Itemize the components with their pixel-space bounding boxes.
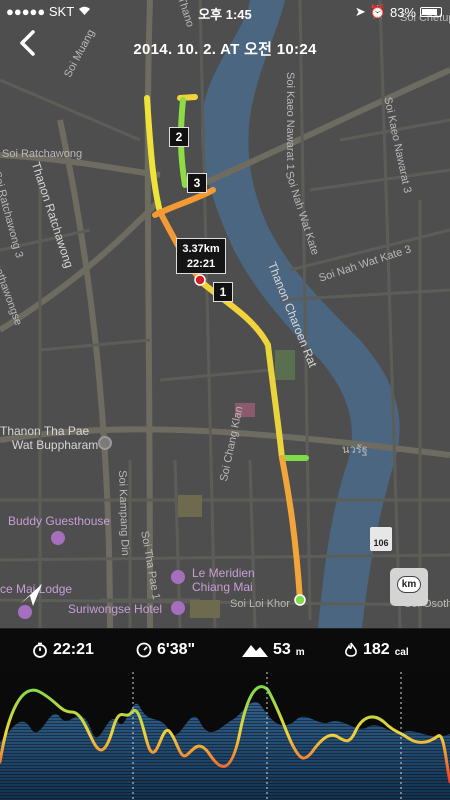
map-label: Soi Kaeo Nawarat 1	[284, 72, 296, 170]
map-label: Le Meridien	[192, 566, 255, 580]
map-park	[275, 350, 295, 380]
km-toggle-label: km	[396, 576, 422, 593]
locate-button[interactable]	[16, 580, 50, 614]
stat-calories: 182 cal	[344, 641, 409, 659]
stopwatch-icon	[33, 642, 47, 658]
map-label: Soi Ratchawong	[2, 148, 83, 160]
map-label: Buddy Guesthouse	[8, 514, 111, 528]
km-marker-3[interactable]: 3	[187, 173, 207, 193]
battery-icon	[420, 7, 442, 17]
hotel-pin-icon	[171, 601, 185, 615]
map-building	[190, 600, 220, 618]
calories-value: 182	[363, 641, 390, 658]
stat-elevation: 53 m	[242, 641, 305, 659]
route-number-badge: 106	[370, 527, 392, 551]
stat-duration: 22:21	[32, 641, 94, 659]
elevation-value: 53	[273, 641, 291, 658]
map-view[interactable]: Thano Soi Muang Soi Ratchawong Soi Ratch…	[0, 0, 450, 628]
elevation-pace-graph[interactable]	[0, 672, 450, 800]
stats-bar: 22:21 6'38" 53 m 182 cal	[0, 628, 450, 672]
elevation-unit: m	[295, 647, 305, 658]
duration-value: 22:21	[53, 641, 94, 658]
km-marker-2[interactable]: 2	[169, 127, 189, 147]
alarm-icon: ⏰	[369, 4, 386, 19]
page-title: 2014. 10. 2. AT 오전 10:24	[133, 41, 317, 58]
speedometer-icon	[136, 642, 152, 658]
location-services-icon: ➤	[354, 4, 366, 19]
map-label: Chiang Mai	[192, 580, 253, 594]
graph-canvas	[0, 672, 450, 800]
pace-value: 6'38"	[157, 641, 196, 658]
calories-unit: cal	[394, 647, 409, 658]
map-label: Soi Loi Khor	[230, 598, 290, 610]
route-start-dot	[294, 594, 306, 606]
km-marker-1[interactable]: 1	[213, 282, 233, 302]
status-bar: ●●●●● SKT 오후 1:45 ➤ ⏰ 83%	[0, 0, 450, 22]
route-current-dot	[194, 274, 206, 286]
nav-bar: 2014. 10. 2. AT 오전 10:24	[0, 28, 450, 64]
mountain-icon	[242, 645, 268, 657]
tooltip-time: 22:21	[186, 258, 216, 270]
map-building	[178, 495, 202, 517]
map-label: Thanon Tha Pae	[0, 424, 90, 438]
tooltip-distance: 3.37km	[182, 243, 220, 255]
battery-percent: 83%	[389, 4, 416, 20]
map-label: นวรัฐ	[342, 444, 368, 456]
flame-icon	[345, 642, 357, 657]
hotel-pin-icon	[171, 570, 185, 584]
km-toggle-button[interactable]: km	[390, 568, 428, 606]
position-tooltip: 3.37km 22:21	[176, 238, 226, 274]
stat-pace: 6'38"	[136, 641, 195, 659]
location-arrow-icon	[20, 584, 42, 606]
hotel-pin-icon	[51, 531, 65, 545]
temple-icon	[98, 436, 112, 450]
map-label: Suriwongse Hotel	[68, 602, 163, 616]
map-label: Wat Buppharam	[12, 438, 99, 452]
